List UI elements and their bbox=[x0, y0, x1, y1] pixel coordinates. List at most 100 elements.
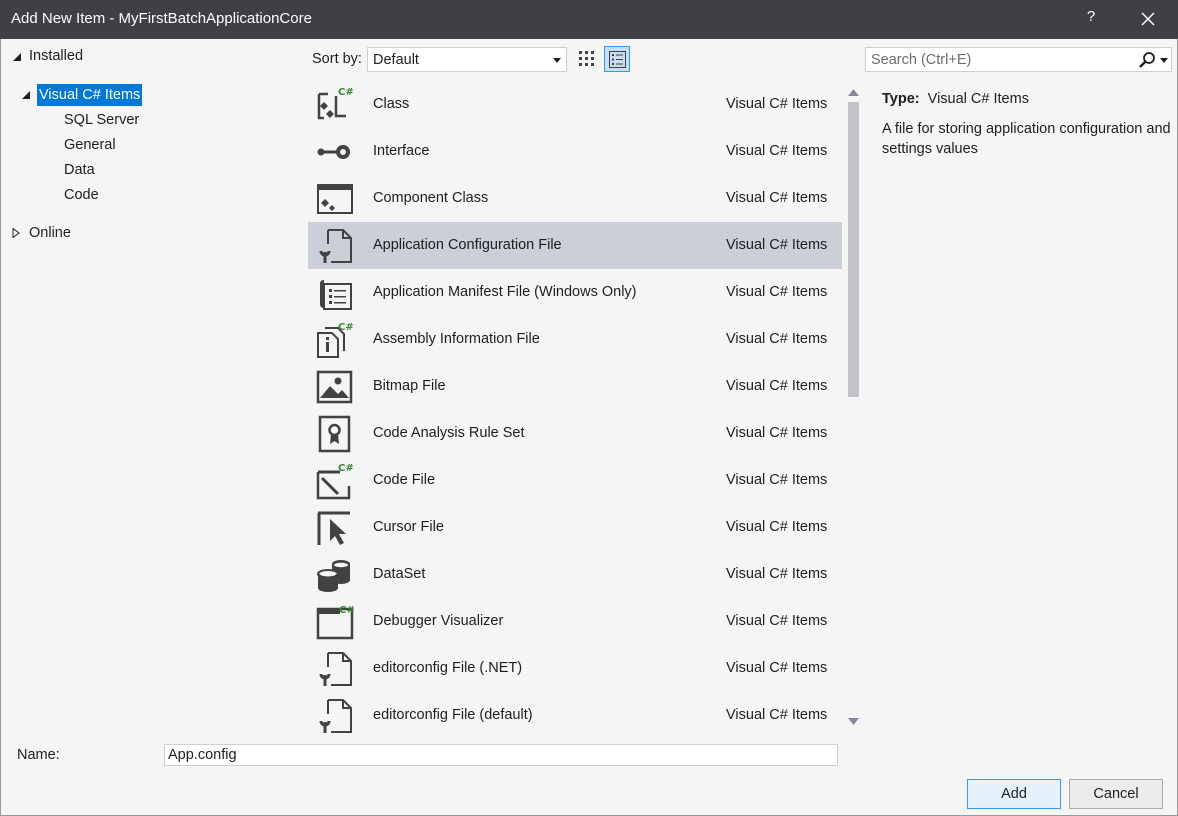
template-row-editorconfig-dotnet[interactable]: editorconfig File (.NET) Visual C# Items bbox=[308, 645, 842, 692]
name-input[interactable] bbox=[164, 744, 838, 766]
config-file-icon bbox=[316, 227, 354, 265]
close-icon bbox=[1141, 12, 1155, 26]
template-list: C# Class Visual C# Items Interface Visua… bbox=[308, 80, 865, 735]
title-bar: Add New Item - MyFirstBatchApplicationCo… bbox=[0, 0, 1178, 39]
window-title: Add New Item - MyFirstBatchApplicationCo… bbox=[11, 10, 312, 27]
template-description: A file for storing application configura… bbox=[882, 121, 1171, 157]
list-view-icon bbox=[609, 51, 626, 68]
type-label: Type: bbox=[882, 91, 920, 107]
template-name: Code Analysis Rule Set bbox=[373, 425, 525, 441]
sort-by-label: Sort by: bbox=[312, 51, 362, 67]
template-row-code-analysis-rule-set[interactable]: Code Analysis Rule Set Visual C# Items bbox=[308, 410, 842, 457]
tree-node-data[interactable]: Data bbox=[64, 159, 95, 181]
svg-text:C#: C# bbox=[338, 463, 354, 474]
template-category: Visual C# Items bbox=[726, 143, 828, 159]
template-name: Interface bbox=[373, 143, 430, 159]
svg-text:C#: C# bbox=[338, 322, 354, 333]
code-file-icon: C# bbox=[316, 462, 354, 500]
svg-text:C#: C# bbox=[339, 605, 354, 616]
sort-by-value: Default bbox=[373, 52, 419, 68]
cancel-button[interactable]: Cancel bbox=[1069, 779, 1163, 809]
editorconfig-icon bbox=[316, 650, 354, 688]
template-row-class[interactable]: C# Class Visual C# Items bbox=[308, 81, 842, 128]
template-row-interface[interactable]: Interface Visual C# Items bbox=[308, 128, 842, 175]
template-name: DataSet bbox=[373, 566, 426, 582]
template-name: Cursor File bbox=[373, 519, 444, 535]
details-view-button[interactable] bbox=[604, 46, 630, 72]
bitmap-icon bbox=[316, 368, 354, 406]
tree-node-online[interactable]: Online bbox=[29, 222, 71, 244]
rule-set-icon bbox=[316, 415, 354, 453]
sort-by-select[interactable]: Default bbox=[367, 47, 567, 72]
collapsed-arrow-icon[interactable] bbox=[11, 228, 21, 238]
close-button[interactable] bbox=[1136, 7, 1160, 31]
template-row-application-manifest-file[interactable]: Application Manifest File (Windows Only)… bbox=[308, 269, 842, 316]
tree-node-general[interactable]: General bbox=[64, 134, 116, 156]
template-category: Visual C# Items bbox=[726, 331, 828, 347]
template-name: Class bbox=[373, 96, 410, 112]
grid-view-icon bbox=[579, 51, 594, 66]
template-row-assembly-information-file[interactable]: C# Assembly Information File Visual C# I… bbox=[308, 316, 842, 363]
template-category: Visual C# Items bbox=[726, 378, 828, 394]
cursor-icon bbox=[316, 509, 354, 547]
template-category: Visual C# Items bbox=[726, 566, 828, 582]
template-name: Application Manifest File (Windows Only) bbox=[373, 284, 637, 300]
add-button[interactable]: Add bbox=[967, 779, 1061, 809]
template-name: Debugger Visualizer bbox=[373, 613, 504, 629]
template-row-editorconfig-default[interactable]: editorconfig File (default) Visual C# It… bbox=[308, 692, 842, 735]
template-tree: Installed Visual C# Items SQL Server Gen… bbox=[0, 39, 300, 734]
interface-icon bbox=[316, 133, 354, 171]
template-category: Visual C# Items bbox=[726, 613, 828, 629]
template-type: Type: Visual C# Items bbox=[882, 91, 1172, 107]
help-button[interactable]: ? bbox=[1080, 8, 1102, 30]
template-name: editorconfig File (.NET) bbox=[373, 660, 523, 676]
assembly-info-icon: C# bbox=[316, 321, 354, 359]
svg-text:C#: C# bbox=[338, 87, 354, 98]
search-input[interactable] bbox=[866, 48, 1126, 71]
chevron-down-icon bbox=[553, 58, 561, 63]
manifest-file-icon bbox=[316, 274, 354, 312]
template-row-dataset[interactable]: DataSet Visual C# Items bbox=[308, 551, 842, 598]
template-category: Visual C# Items bbox=[726, 707, 828, 723]
component-class-icon bbox=[316, 180, 354, 218]
template-row-component-class[interactable]: Component Class Visual C# Items bbox=[308, 175, 842, 222]
search-box[interactable] bbox=[865, 47, 1172, 72]
expanded-arrow-icon[interactable] bbox=[12, 52, 22, 62]
search-icon[interactable] bbox=[1138, 51, 1156, 69]
template-category: Visual C# Items bbox=[726, 660, 828, 676]
dataset-icon bbox=[316, 556, 354, 594]
scroll-down-icon[interactable] bbox=[848, 718, 859, 725]
scroll-up-icon[interactable] bbox=[848, 89, 859, 96]
template-list-scrollbar[interactable] bbox=[843, 80, 865, 735]
scrollbar-thumb[interactable] bbox=[848, 102, 859, 397]
tree-node-visual-csharp-items[interactable]: Visual C# Items bbox=[37, 84, 143, 106]
small-icons-view-button[interactable] bbox=[574, 46, 600, 72]
debugger-visualizer-icon: C# bbox=[316, 603, 354, 641]
template-row-bitmap-file[interactable]: Bitmap File Visual C# Items bbox=[308, 363, 842, 410]
template-row-cursor-file[interactable]: Cursor File Visual C# Items bbox=[308, 504, 842, 551]
template-row-debugger-visualizer[interactable]: C# Debugger Visualizer Visual C# Items bbox=[308, 598, 842, 645]
template-row-application-configuration-file[interactable]: Application Configuration File Visual C#… bbox=[308, 222, 842, 269]
template-name: Assembly Information File bbox=[373, 331, 540, 347]
chevron-down-icon[interactable] bbox=[1160, 58, 1168, 63]
template-name: editorconfig File (default) bbox=[373, 707, 533, 723]
template-category: Visual C# Items bbox=[726, 190, 828, 206]
template-details: Type: Visual C# Items A file for storing… bbox=[882, 91, 1172, 159]
template-name: Component Class bbox=[373, 190, 489, 206]
template-name: Application Configuration File bbox=[373, 237, 562, 253]
template-category: Visual C# Items bbox=[726, 237, 828, 253]
tree-node-installed[interactable]: Installed bbox=[29, 45, 83, 67]
editorconfig-icon bbox=[316, 697, 354, 735]
tree-node-code[interactable]: Code bbox=[64, 184, 99, 206]
tree-node-sql-server[interactable]: SQL Server bbox=[64, 109, 139, 131]
class-icon: C# bbox=[316, 86, 354, 124]
name-label: Name: bbox=[17, 747, 60, 763]
template-category: Visual C# Items bbox=[726, 519, 828, 535]
type-value: Visual C# Items bbox=[927, 91, 1029, 107]
template-name: Code File bbox=[373, 472, 436, 488]
template-row-code-file[interactable]: C# Code File Visual C# Items bbox=[308, 457, 842, 504]
template-category: Visual C# Items bbox=[726, 425, 828, 441]
template-category: Visual C# Items bbox=[726, 96, 828, 112]
expanded-arrow-icon[interactable] bbox=[21, 90, 31, 100]
template-category: Visual C# Items bbox=[726, 472, 828, 488]
